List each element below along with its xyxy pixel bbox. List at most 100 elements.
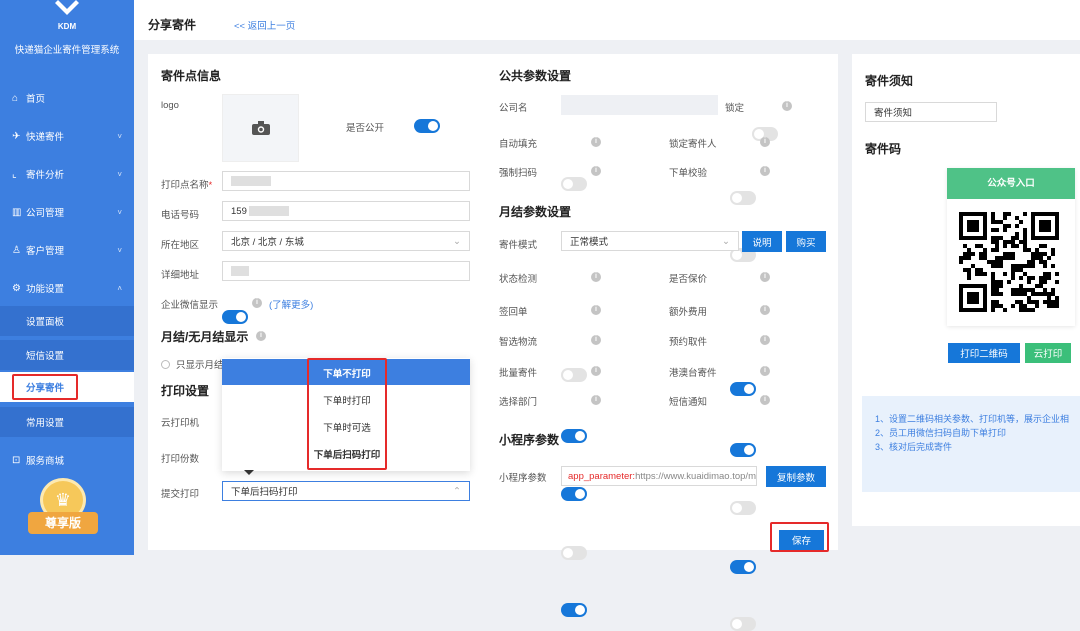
chevron-down-icon: ˅ [117, 245, 122, 255]
info-icon[interactable]: i [591, 335, 601, 345]
toggle-label: 港澳台寄件 [669, 368, 717, 379]
cloud-printer-label: 云打印机 [161, 418, 200, 429]
info-icon[interactable]: i [591, 305, 601, 315]
address-input[interactable] [222, 261, 470, 281]
info-icon[interactable]: i [760, 335, 770, 345]
toggle-label: 状态检测 [499, 274, 538, 285]
blurred-text [248, 206, 289, 216]
mode-select[interactable]: 正常模式 ⌄ [561, 231, 739, 251]
sub-sms-settings[interactable]: 短信设置 [0, 340, 134, 370]
page-title: 分享寄件 [148, 18, 197, 32]
auto-fill-toggle[interactable] [561, 177, 587, 191]
settings-icon: ⚙ [12, 282, 21, 294]
dropdown-option[interactable]: 下单后扫码打印 [309, 447, 385, 461]
dropdown-arrow [244, 470, 254, 475]
qr-card: 公众号入口 [947, 168, 1075, 326]
wechat-toggle[interactable] [222, 310, 248, 324]
info-icon[interactable]: i [591, 137, 601, 147]
toggle-label: 智选物流 [499, 337, 538, 348]
order-check-label: 下单校验 [669, 168, 708, 179]
buy-button[interactable]: 购买 [786, 231, 826, 252]
nav-analysis[interactable]: ⌞ 寄件分析 ˅ [0, 159, 134, 189]
nav-shop[interactable]: ⊡ 服务商城 [0, 445, 134, 475]
print-name-input[interactable] [222, 171, 470, 191]
info-icon[interactable]: i [256, 331, 266, 341]
chevron-up-icon: ⌃ [453, 485, 461, 497]
info-icon[interactable]: i [760, 137, 770, 147]
user-icon: ♙ [12, 244, 21, 256]
cloud-print-button[interactable]: 云打印 [1025, 343, 1071, 363]
camera-icon [251, 121, 270, 135]
toggle-label: 选择部门 [499, 397, 538, 408]
setting-toggle[interactable] [730, 560, 756, 574]
building-icon: ▥ [12, 206, 22, 218]
region-select[interactable]: 北京 / 北京 / 东城 ⌄ [222, 231, 470, 251]
setting-toggle[interactable] [561, 546, 587, 560]
info-icon[interactable]: i [252, 298, 262, 308]
info-icon[interactable]: i [760, 366, 770, 376]
logo-text: KDM [58, 22, 77, 31]
phone-label: 电话号码 [161, 210, 200, 221]
monthly-params-title: 月结参数设置 [499, 205, 572, 219]
nav-settings[interactable]: ⚙ 功能设置 ˄ [0, 273, 134, 303]
setting-toggle[interactable] [561, 603, 587, 617]
info-icon[interactable]: i [760, 395, 770, 405]
nav-send[interactable]: ✈ 快递寄件 ˅ [0, 121, 134, 151]
chevron-down-icon: ˅ [117, 131, 122, 141]
logo-upload[interactable] [222, 94, 299, 162]
nav-company[interactable]: ▥ 公司管理 ˅ [0, 197, 134, 227]
info-icon[interactable]: i [591, 395, 601, 405]
toggle-label: 是否保价 [669, 274, 708, 285]
nav-customer[interactable]: ♙ 客户管理 ˅ [0, 235, 134, 265]
company-input[interactable] [561, 95, 718, 115]
top-bar: 分享寄件 << 返回上一页 [134, 0, 1080, 40]
info-icon[interactable]: i [591, 166, 601, 176]
toggle-label: 批量寄件 [499, 368, 538, 379]
dropdown-option[interactable]: 下单时打印 [309, 393, 385, 407]
setting-toggle[interactable] [561, 429, 587, 443]
info-icon[interactable]: i [591, 366, 601, 376]
tip-line: 3、核对后完成寄件 [875, 442, 953, 452]
back-link[interactable]: << 返回上一页 [234, 18, 295, 32]
nav-home[interactable]: ⌂ 首页 [0, 83, 134, 113]
info-icon[interactable]: i [760, 272, 770, 282]
public-toggle[interactable] [414, 119, 440, 133]
submit-print-select[interactable]: 下单后扫码打印 ⌃ [222, 481, 470, 501]
info-icon[interactable]: i [760, 305, 770, 315]
info-icon[interactable]: i [760, 166, 770, 176]
sub-common-settings[interactable]: 常用设置 [0, 407, 134, 437]
blurred-text [231, 176, 271, 186]
sub-share-send[interactable]: 分享寄件 [0, 372, 134, 402]
lock-sender-toggle[interactable] [730, 191, 756, 205]
notice-input[interactable]: 寄件须知 [865, 102, 997, 122]
phone-input[interactable]: 159 [222, 201, 470, 221]
setting-toggle[interactable] [730, 617, 756, 631]
brand-name: 快递猫企业寄件管理系统 [14, 45, 120, 56]
lock-sender-label: 锁定寄件人 [669, 139, 717, 150]
copies-label: 打印份数 [161, 454, 200, 465]
print-qr-button[interactable]: 打印二维码 [948, 343, 1020, 363]
chart-icon: ⌞ [12, 168, 17, 180]
dropdown-option[interactable]: 下单时可选 [309, 420, 385, 434]
info-icon[interactable]: i [591, 272, 601, 282]
setting-toggle[interactable] [730, 443, 756, 457]
monthly-only-radio[interactable]: 只显示月结 [161, 357, 224, 371]
explain-button[interactable]: 说明 [742, 231, 782, 252]
setting-toggle[interactable] [561, 368, 587, 382]
sub-settings-panel[interactable]: 设置面板 [0, 306, 134, 336]
save-button[interactable]: 保存 [779, 530, 824, 550]
setting-toggle[interactable] [730, 501, 756, 515]
info-icon[interactable]: i [782, 101, 792, 111]
company-label: 公司名 [499, 103, 528, 114]
setting-toggle[interactable] [730, 382, 756, 396]
pickup-title: 寄件点信息 [161, 69, 222, 83]
lock-label: 锁定 [725, 103, 745, 114]
chevron-down-icon: ˅ [117, 207, 122, 217]
premium-badge[interactable]: ♛ 尊享版 [28, 478, 98, 540]
copy-params-button[interactable]: 复制参数 [766, 466, 826, 487]
force-scan-label: 强制扫码 [499, 168, 538, 179]
dropdown-option[interactable]: 下单不打印 [309, 366, 385, 380]
mini-param-input[interactable]: app_parameter: https://www.kuaidimao.top/… [561, 466, 757, 486]
setting-toggle[interactable] [561, 487, 587, 501]
learn-more-link[interactable]: (了解更多) [269, 297, 313, 311]
